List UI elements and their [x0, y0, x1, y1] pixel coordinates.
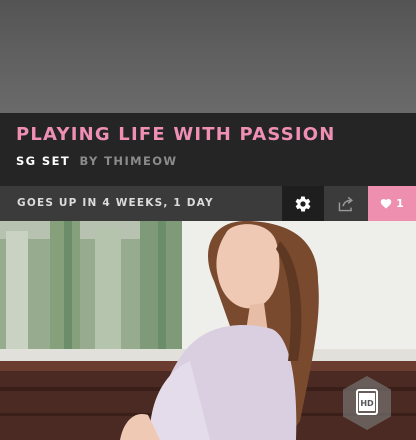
- set-type-label: SG SET: [16, 154, 71, 168]
- like-button[interactable]: 1: [368, 186, 416, 221]
- set-title: PLAYING LIFE WITH PASSION: [16, 124, 336, 145]
- hd-icon: HD: [343, 376, 391, 430]
- cover-image-top: [0, 0, 416, 113]
- heart-icon: [380, 199, 392, 209]
- settings-button[interactable]: [282, 186, 324, 221]
- share-icon: [338, 196, 353, 211]
- action-bar: GOES UP IN 4 WEEKS, 1 DAY 1: [0, 186, 416, 221]
- gear-icon: [295, 195, 311, 212]
- like-count: 1: [396, 197, 404, 210]
- hd-badge-label: HD: [360, 399, 374, 408]
- release-countdown: GOES UP IN 4 WEEKS, 1 DAY: [17, 197, 214, 209]
- set-meta: SG SET BY THIMEOW: [16, 154, 178, 168]
- share-button[interactable]: [324, 186, 368, 221]
- set-header: PLAYING LIFE WITH PASSION SG SET BY THIM…: [0, 113, 416, 186]
- hd-badge[interactable]: HD: [338, 374, 396, 432]
- set-author-link[interactable]: BY THIMEOW: [80, 154, 178, 168]
- release-info: GOES UP IN 4 WEEKS, 1 DAY: [0, 186, 282, 221]
